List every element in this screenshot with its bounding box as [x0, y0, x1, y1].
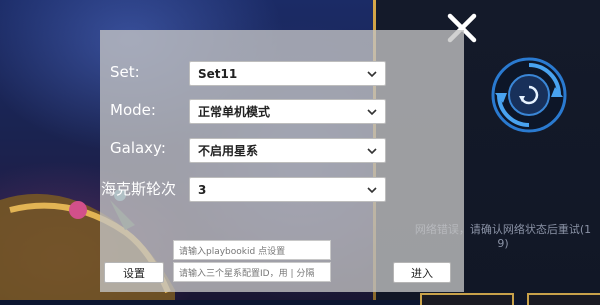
set-select-value: Set11	[198, 66, 238, 81]
galaxy-select[interactable]: 不启用星系	[189, 138, 386, 163]
bottom-tab-left[interactable]	[420, 293, 514, 305]
settings-button[interactable]: 设置	[104, 262, 164, 283]
chevron-down-icon	[367, 148, 377, 155]
galaxy-select-value: 不启用星系	[198, 144, 259, 158]
mode-select[interactable]: 正常单机模式	[189, 99, 386, 124]
mode-label: Mode:	[110, 101, 156, 119]
hex-rounds-select[interactable]: 3	[189, 177, 386, 202]
chevron-down-icon	[367, 187, 377, 194]
galaxy-ids-placeholder: 请输入三个星系配置ID，用 | 分隔	[179, 268, 315, 279]
mode-select-value: 正常单机模式	[198, 105, 271, 119]
set-select[interactable]: Set11	[189, 61, 386, 86]
set-label: Set:	[110, 63, 140, 81]
bottom-tab-right[interactable]	[527, 293, 600, 305]
playbook-id-placeholder: 请输入playbookid 点设置	[179, 246, 286, 257]
hex-rounds-label: 海克斯轮次	[101, 180, 177, 198]
playbook-id-input[interactable]: 请输入playbookid 点设置	[173, 240, 331, 260]
galaxy-ids-input[interactable]: 请输入三个星系配置ID，用 | 分隔	[173, 262, 331, 282]
chevron-down-icon	[367, 71, 377, 78]
refresh-icon	[491, 57, 567, 133]
galaxy-label: Galaxy:	[110, 139, 166, 157]
hex-rounds-select-value: 3	[198, 182, 207, 197]
enter-button[interactable]: 进入	[393, 262, 451, 283]
chevron-down-icon	[367, 109, 377, 116]
